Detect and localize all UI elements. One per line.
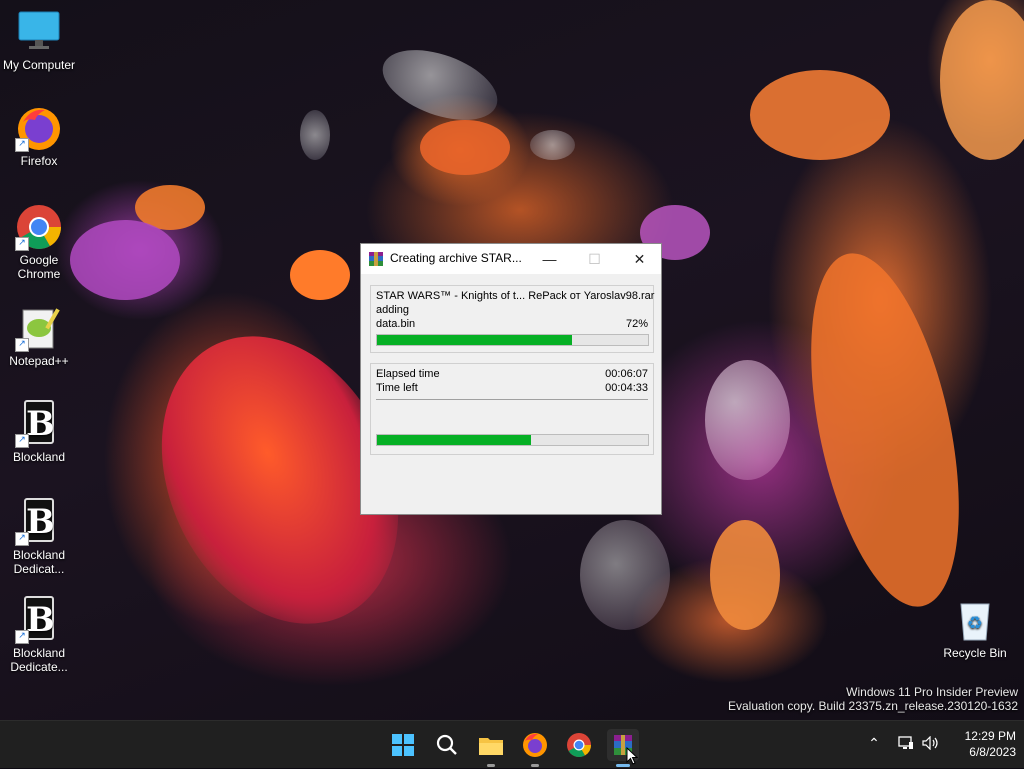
desktop-icon-label: My Computer (2, 58, 76, 72)
desktop-icon-blockland[interactable]: B ↗ Blockland (0, 400, 78, 464)
firefox-icon (523, 733, 547, 757)
close-button[interactable]: ✕ (617, 244, 662, 274)
mouse-cursor-icon (626, 747, 638, 765)
recycle-bin-icon: ♻ (951, 596, 999, 644)
desktop-icon-blockland-dedicated-2[interactable]: B ↗ Blockland Dedicate... (0, 596, 78, 674)
blockland-icon: B ↗ (15, 400, 63, 448)
file-progress-fill (377, 335, 573, 345)
start-icon (392, 734, 414, 756)
elapsed-label: Elapsed time (376, 368, 440, 380)
clock-time: 12:29 PM (964, 729, 1016, 743)
total-progress-panel: Elapsed time 00:06:07 Time left 00:04:33 (370, 363, 654, 455)
shortcut-arrow-icon: ↗ (15, 338, 29, 352)
chrome-taskbar-button[interactable] (563, 729, 595, 761)
winrar-icon (369, 252, 383, 266)
shortcut-arrow-icon: ↗ (15, 237, 29, 251)
desktop-icon-firefox[interactable]: ↗ Firefox (0, 104, 78, 168)
desktop-icon-label: Blockland (12, 450, 66, 464)
blockland-icon: B ↗ (15, 498, 63, 546)
desktop-icon-label: Notepad++ (9, 354, 69, 368)
elapsed-value: 00:06:07 (605, 368, 648, 380)
maximize-button[interactable]: ☐ (572, 244, 617, 274)
chrome-icon (567, 733, 591, 758)
time-left-value: 00:04:33 (605, 382, 648, 394)
archive-name: STAR WARS™ - Knights of t... RePack от Y… (376, 290, 655, 302)
desktop-icon-label: Blockland Dedicate... (10, 646, 68, 674)
watermark-line-2: Evaluation copy. Build 23375.zn_release.… (728, 699, 1018, 713)
clock-date: 6/8/2023 (969, 745, 1016, 759)
network-icon[interactable] (898, 736, 914, 750)
desktop-icon-blockland-dedicated[interactable]: B ↗ Blockland Dedicat... (0, 498, 78, 576)
shortcut-arrow-icon: ↗ (15, 138, 29, 152)
file-explorer-button[interactable] (475, 729, 507, 767)
elapsed-row: Elapsed time 00:06:07 (376, 368, 648, 380)
shortcut-arrow-icon: ↗ (15, 434, 29, 448)
windows-watermark: Windows 11 Pro Insider Preview Evaluatio… (728, 685, 1018, 713)
total-progress-fill (377, 435, 532, 445)
search-icon (436, 734, 457, 755)
firefox-icon: ↗ (15, 104, 63, 152)
desktop-icon-recycle-bin[interactable]: ♻ Recycle Bin (936, 596, 1014, 660)
running-indicator (531, 764, 539, 767)
archive-progress-dialog: Creating archive STAR... — ☐ ✕ STAR WARS… (360, 243, 662, 515)
file-progress-panel: STAR WARS™ - Knights of t... RePack от Y… (370, 285, 654, 353)
show-hidden-icons-button[interactable]: ⌃ (866, 735, 882, 751)
notepadpp-icon: ↗ (15, 304, 63, 352)
firefox-taskbar-button[interactable] (519, 729, 551, 767)
svg-text:♻: ♻ (967, 613, 983, 634)
chrome-icon: ↗ (15, 203, 63, 251)
time-left-row: Time left 00:04:33 (376, 382, 648, 394)
shortcut-arrow-icon: ↗ (15, 532, 29, 546)
desktop-icon-label: Google Chrome (17, 253, 61, 281)
watermark-line-1: Windows 11 Pro Insider Preview (846, 685, 1018, 699)
minimize-button[interactable]: — (527, 244, 572, 274)
taskbar: ⌃ 12:29 PM 6/8/2023 (0, 720, 1024, 768)
dialog-titlebar[interactable]: Creating archive STAR... — ☐ ✕ (361, 244, 661, 274)
current-file-name: data.bin (376, 318, 416, 330)
dialog-title: Creating archive STAR... (390, 251, 522, 265)
file-percent: 72% (625, 318, 648, 330)
blockland-icon: B ↗ (15, 596, 63, 644)
desktop-icon-notepadpp[interactable]: ↗ Notepad++ (0, 304, 78, 368)
volume-icon[interactable] (922, 735, 940, 751)
desktop-icon-label: Blockland Dedicat... (12, 548, 66, 576)
desktop-icon-google-chrome[interactable]: ↗ Google Chrome (0, 203, 78, 281)
clock[interactable]: 12:29 PM 6/8/2023 (950, 728, 1016, 760)
divider (376, 399, 648, 400)
desktop-icon-label: Recycle Bin (943, 646, 1007, 660)
total-progress-bar (376, 434, 649, 446)
shortcut-arrow-icon: ↗ (15, 630, 29, 644)
start-button[interactable] (387, 729, 419, 761)
desktop-icon-my-computer[interactable]: My Computer (0, 8, 78, 72)
file-explorer-icon (479, 738, 503, 755)
file-progress-bar (376, 334, 649, 346)
time-left-label: Time left (376, 382, 418, 394)
current-file-row: data.bin 72% (376, 318, 648, 330)
monitor-icon (15, 8, 63, 56)
desktop-icon-label: Firefox (20, 154, 58, 168)
running-indicator (487, 764, 495, 767)
search-button[interactable] (431, 729, 463, 761)
action-label: adding (376, 304, 410, 316)
system-tray: ⌃ 12:29 PM 6/8/2023 (862, 721, 1022, 769)
